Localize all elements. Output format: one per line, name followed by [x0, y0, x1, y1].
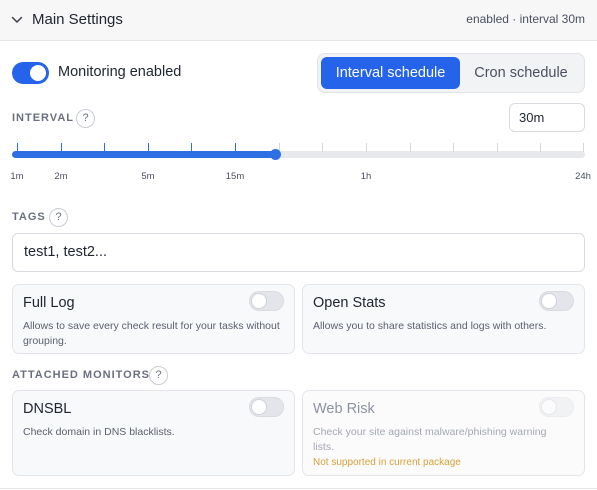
monitoring-label: Monitoring enabled — [58, 64, 182, 80]
open-stats-card: Open Stats Allows you to share statistic… — [302, 284, 585, 354]
full-log-description: Allows to save every check result for yo… — [23, 320, 280, 347]
toggle-knob — [30, 65, 46, 81]
tick-label-15m: 15m — [225, 171, 245, 182]
slider-tick-3 — [148, 143, 149, 152]
slider-tick-2 — [104, 143, 105, 152]
slider-tick-12 — [540, 143, 541, 152]
tick-label-1m: 1m — [10, 171, 24, 182]
chevron-down-icon[interactable] — [10, 13, 24, 27]
slider-tick-11 — [497, 143, 498, 152]
dnsbl-title: DNSBL — [23, 401, 72, 417]
full-log-title: Full Log — [23, 295, 75, 311]
tick-label-1h: 1h — [360, 171, 372, 182]
open-stats-title: Open Stats — [313, 295, 386, 311]
toggle-knob — [252, 294, 266, 308]
slider-tick-9 — [410, 143, 411, 152]
dnsbl-toggle[interactable] — [249, 397, 284, 417]
attached-monitors-label: ATTACHED MONITORS — [12, 369, 150, 381]
slider-tick-0 — [17, 143, 18, 152]
web-risk-toggle — [539, 397, 574, 417]
full-log-toggle[interactable] — [249, 291, 284, 311]
slider-tick-10 — [453, 143, 454, 152]
interval-slider-fill — [12, 151, 276, 158]
slider-tick-13 — [583, 143, 584, 152]
web-risk-description: Check your site against malware/phishing… — [313, 426, 547, 453]
schedule-type-selector: Interval schedule Cron schedule — [317, 53, 585, 93]
section-title: Main Settings — [32, 11, 123, 28]
interval-label: INTERVAL — [12, 112, 74, 124]
slider-tick-5 — [235, 143, 236, 152]
open-stats-description: Allows you to share statistics and logs … — [313, 320, 547, 332]
web-risk-unsupported-note: Not supported in current package — [313, 457, 461, 468]
open-stats-toggle[interactable] — [539, 291, 574, 311]
attached-monitors-help-icon[interactable]: ? — [149, 366, 168, 385]
section-divider — [0, 488, 597, 489]
settings-section-header[interactable]: Main Settings enabled · interval 30m — [0, 0, 597, 41]
dnsbl-card: DNSBL Check domain in DNS blacklists. — [12, 390, 295, 476]
slider-tick-4 — [191, 143, 192, 152]
slider-tick-8 — [366, 143, 367, 152]
toggle-knob — [542, 400, 556, 414]
interval-slider-thumb[interactable] — [270, 149, 282, 160]
web-risk-title: Web Risk — [313, 401, 375, 417]
interval-input[interactable]: 30m — [509, 103, 585, 132]
toggle-knob — [252, 400, 266, 414]
interval-schedule-tab[interactable]: Interval schedule — [321, 57, 460, 89]
tags-help-icon[interactable]: ? — [49, 208, 68, 227]
cron-schedule-tab[interactable]: Cron schedule — [461, 57, 581, 89]
slider-tick-1 — [61, 143, 62, 152]
tags-input[interactable]: test1, test2... — [12, 233, 585, 272]
full-log-card: Full Log Allows to save every check resu… — [12, 284, 295, 354]
settings-summary: enabled · interval 30m — [466, 12, 585, 26]
monitoring-toggle[interactable] — [12, 62, 49, 84]
toggle-knob — [542, 294, 556, 308]
interval-help-icon[interactable]: ? — [76, 109, 95, 128]
tick-label-24h: 24h — [575, 171, 591, 182]
tick-label-2m: 2m — [54, 171, 68, 182]
dnsbl-description: Check domain in DNS blacklists. — [23, 426, 175, 438]
tick-label-5m: 5m — [141, 171, 155, 182]
slider-tick-7 — [322, 143, 323, 152]
web-risk-card: Web Risk Check your site against malware… — [302, 390, 585, 476]
tags-label: TAGS — [12, 211, 46, 223]
